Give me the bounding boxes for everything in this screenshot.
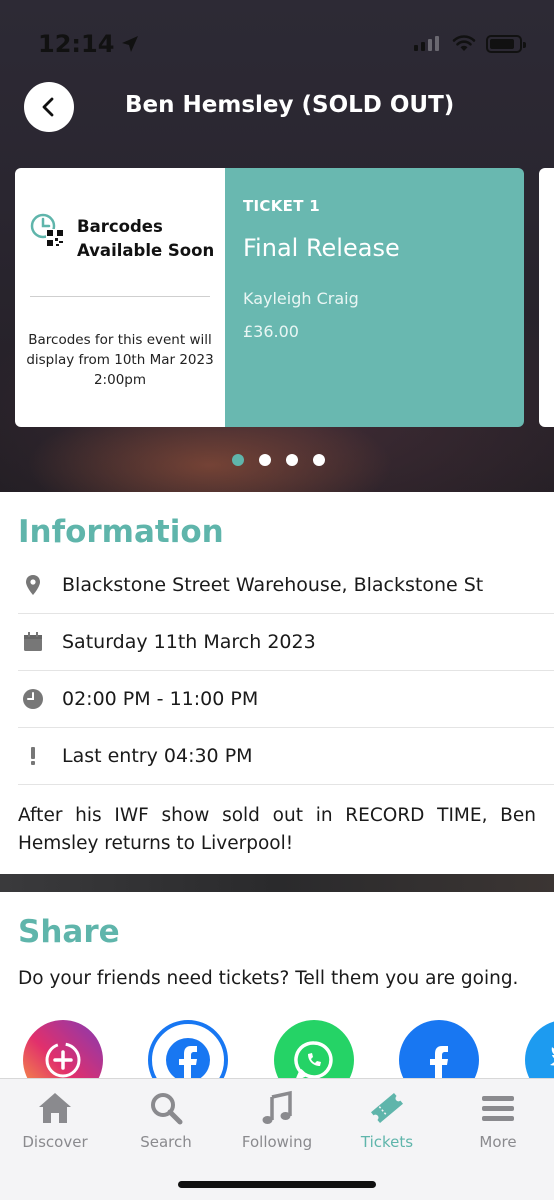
ticket-holder: Kayleigh Craig bbox=[243, 289, 359, 308]
share-instagram-button[interactable] bbox=[23, 1020, 103, 1078]
map-pin-icon bbox=[26, 575, 40, 595]
tab-search-label: Search bbox=[140, 1133, 192, 1151]
wifi-icon bbox=[452, 35, 476, 51]
last-entry-text: Last entry 04:30 PM bbox=[62, 745, 253, 767]
time-row: 02:00 PM - 11:00 PM bbox=[18, 671, 554, 728]
date-row: Saturday 11th March 2023 bbox=[18, 614, 554, 671]
barcode-panel: Barcodes Available Soon Barcodes for thi… bbox=[15, 168, 225, 427]
cell-signal-icon bbox=[414, 36, 439, 51]
clock-icon bbox=[23, 689, 43, 709]
information-heading: Information bbox=[18, 514, 224, 550]
tab-following[interactable]: Following bbox=[227, 1089, 327, 1151]
twitter-icon bbox=[550, 1047, 554, 1066]
tab-search[interactable]: Search bbox=[116, 1089, 216, 1151]
ticket-label: TICKET 1 bbox=[243, 197, 320, 215]
menu-icon bbox=[482, 1096, 514, 1121]
share-facebook-button[interactable] bbox=[399, 1020, 479, 1078]
event-description: After his IWF show sold out in RECORD TI… bbox=[18, 805, 536, 854]
event-hero: 12:14 Ben Hemsley (SOLD OUT) Barcodes Av… bbox=[0, 0, 554, 492]
information-section: Information Blackstone Street Warehouse,… bbox=[0, 492, 554, 874]
carousel-dot-3[interactable] bbox=[286, 454, 298, 466]
facebook-icon bbox=[430, 1046, 448, 1078]
qr-clock-icon bbox=[30, 213, 64, 247]
tab-more[interactable]: More bbox=[448, 1089, 548, 1151]
divider bbox=[30, 296, 210, 297]
music-note-icon bbox=[262, 1090, 292, 1124]
tab-discover[interactable]: Discover bbox=[5, 1089, 105, 1151]
chevron-left-icon bbox=[42, 97, 54, 117]
last-entry-row: Last entry 04:30 PM bbox=[18, 728, 554, 785]
exclamation-icon bbox=[31, 747, 35, 765]
date-text: Saturday 11th March 2023 bbox=[62, 631, 316, 653]
location-arrow-icon bbox=[122, 36, 139, 52]
home-icon bbox=[39, 1093, 71, 1123]
battery-icon bbox=[486, 35, 526, 53]
venue-row[interactable]: Blackstone Street Warehouse, Blackstone … bbox=[18, 557, 554, 614]
status-time: 12:14 bbox=[38, 30, 140, 58]
share-whatsapp-button[interactable] bbox=[274, 1020, 354, 1078]
share-messenger-button[interactable] bbox=[148, 1020, 228, 1078]
whatsapp-icon bbox=[294, 1041, 333, 1078]
section-divider bbox=[0, 874, 554, 892]
facebook-messenger-icon bbox=[166, 1038, 210, 1078]
home-indicator[interactable] bbox=[178, 1181, 376, 1188]
venue-text: Blackstone Street Warehouse, Blackstone … bbox=[62, 574, 484, 596]
next-ticket-card[interactable] bbox=[539, 168, 554, 427]
time-text: 02:00 PM - 11:00 PM bbox=[62, 688, 259, 710]
ticket-price: £36.00 bbox=[243, 322, 299, 341]
tab-more-label: More bbox=[479, 1133, 517, 1151]
tab-following-label: Following bbox=[241, 1133, 313, 1151]
carousel-pagination bbox=[232, 454, 325, 466]
search-icon bbox=[151, 1093, 183, 1125]
tab-discover-label: Discover bbox=[22, 1133, 88, 1151]
share-twitter-button[interactable] bbox=[525, 1020, 554, 1078]
share-heading: Share bbox=[18, 914, 120, 950]
ticket-name: Final Release bbox=[243, 234, 400, 262]
ticket-details-panel: TICKET 1 Final Release Kayleigh Craig £3… bbox=[225, 168, 524, 427]
back-button[interactable] bbox=[24, 82, 74, 132]
tab-tickets[interactable]: Tickets bbox=[337, 1089, 437, 1151]
page-title: Ben Hemsley (SOLD OUT) bbox=[125, 92, 455, 118]
status-bar: 12:14 bbox=[0, 0, 554, 88]
instagram-story-icon bbox=[45, 1042, 81, 1078]
carousel-dot-2[interactable] bbox=[259, 454, 271, 466]
carousel-dot-1[interactable] bbox=[232, 454, 244, 466]
status-time-text: 12:14 bbox=[38, 30, 115, 58]
tab-tickets-label: Tickets bbox=[360, 1133, 414, 1151]
barcode-message: Barcodes for this event will display fro… bbox=[26, 332, 214, 388]
share-text: Do your friends need tickets? Tell them … bbox=[18, 968, 519, 989]
calendar-icon bbox=[24, 632, 42, 651]
share-section: Share Do your friends need tickets? Tell… bbox=[0, 892, 554, 1078]
ticket-card[interactable]: Barcodes Available Soon Barcodes for thi… bbox=[15, 168, 524, 427]
ticket-icon bbox=[371, 1092, 403, 1124]
barcode-title: Barcodes Available Soon bbox=[77, 217, 215, 260]
carousel-dot-4[interactable] bbox=[313, 454, 325, 466]
